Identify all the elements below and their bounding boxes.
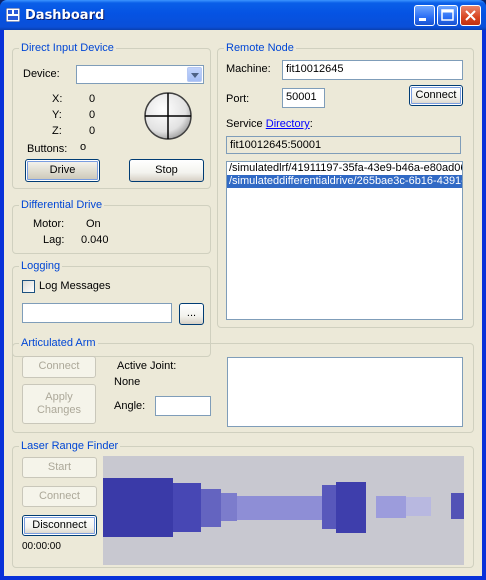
stop-button[interactable]: Stop [129,159,204,182]
service-list-item[interactable]: /simulatedlrf/41911197-35fa-43e9-b46a-e8… [227,162,462,175]
port-label: Port: [226,93,250,105]
laser-scan-segment [237,496,322,520]
service-label-group: Service Directory: [226,118,313,130]
laser-scan-segment [201,489,221,527]
client-area: Direct Input Device Device: X: 0 Y: 0 Z:… [4,30,482,576]
remote-node-legend: Remote Node [226,42,294,54]
close-icon [465,10,476,21]
device-label: Device: [23,68,60,80]
log-file-input[interactable] [22,303,172,323]
articulated-arm-legend: Articulated Arm [21,337,96,349]
x-value: 0 [89,93,96,105]
active-joint-value: None [114,376,141,388]
maximize-icon [441,9,454,21]
machine-label: Machine: [226,63,271,75]
motor-label: Motor: [33,218,65,230]
close-button[interactable] [460,5,481,26]
laser-scan-segment [336,482,366,533]
service-label: Service [226,118,263,130]
z-value: 0 [89,125,96,137]
joystick-crosshair-icon[interactable] [143,91,193,141]
window-title: Dashboard [25,8,105,23]
x-label: X: [52,93,63,105]
apply-changes-button[interactable]: Apply Changes [22,384,96,424]
buttons-label: Buttons: [27,143,68,155]
browse-button[interactable]: ... [179,303,204,325]
chevron-down-icon[interactable] [187,67,202,82]
lag-label: Lag: [43,234,65,246]
laser-time-value: 00:00:00 [22,541,61,552]
minimize-button[interactable] [414,5,435,26]
motor-value: On [86,218,101,230]
port-input[interactable]: 50001 [282,88,325,108]
lag-value: 0.040 [81,234,109,246]
y-label: Y: [52,109,62,121]
title-bar[interactable]: Dashboard [0,0,486,30]
start-button[interactable]: Start [22,457,97,478]
laser-scan-segment [406,497,431,516]
remote-connect-button[interactable]: Connect [409,85,463,106]
disconnect-button[interactable]: Disconnect [22,515,97,536]
active-joint-label: Active Joint: [117,360,177,372]
laser-scan-segment [451,493,464,519]
machine-input[interactable]: fit10012645 [282,60,463,80]
service-colon: : [309,118,313,130]
laser-scan-segment [103,478,173,537]
laser-scan-display [103,456,464,565]
angle-label: Angle: [114,400,146,412]
angle-input[interactable] [155,396,211,416]
buttons-value: o [80,141,87,153]
service-listbox[interactable]: /simulatedlrf/41911197-35fa-43e9-b46a-e8… [226,161,463,320]
laser-scan-segment [376,496,406,518]
dashboard-window: Dashboard Direct Input Device Device: X:… [0,0,486,580]
laser-scan-segment [221,493,237,521]
service-address-field: fit10012645:50001 [226,136,461,154]
arm-connect-button[interactable]: Connect [22,356,96,378]
log-messages-label[interactable]: Log Messages [39,280,111,292]
laser-connect-button[interactable]: Connect [22,486,97,507]
differential-drive-legend: Differential Drive [21,199,103,211]
z-label: Z: [52,125,62,137]
laser-scan-segment [173,483,201,532]
log-messages-checkbox[interactable] [22,280,35,293]
y-value: 0 [89,109,96,121]
minimize-icon [419,18,426,21]
directory-link[interactable]: Directory [266,118,310,130]
drive-button[interactable]: Drive [25,159,100,182]
maximize-button[interactable] [437,5,458,26]
app-icon [6,8,20,22]
logging-legend: Logging [21,260,61,272]
joint-listbox[interactable] [227,357,463,427]
device-combobox[interactable] [76,65,204,84]
direct-input-legend: Direct Input Device [21,42,114,54]
laser-range-finder-legend: Laser Range Finder [21,440,119,452]
laser-scan-segment [322,485,336,529]
service-list-item-selected[interactable]: /simulateddifferentialdrive/265bae3c-6b1… [227,175,462,188]
